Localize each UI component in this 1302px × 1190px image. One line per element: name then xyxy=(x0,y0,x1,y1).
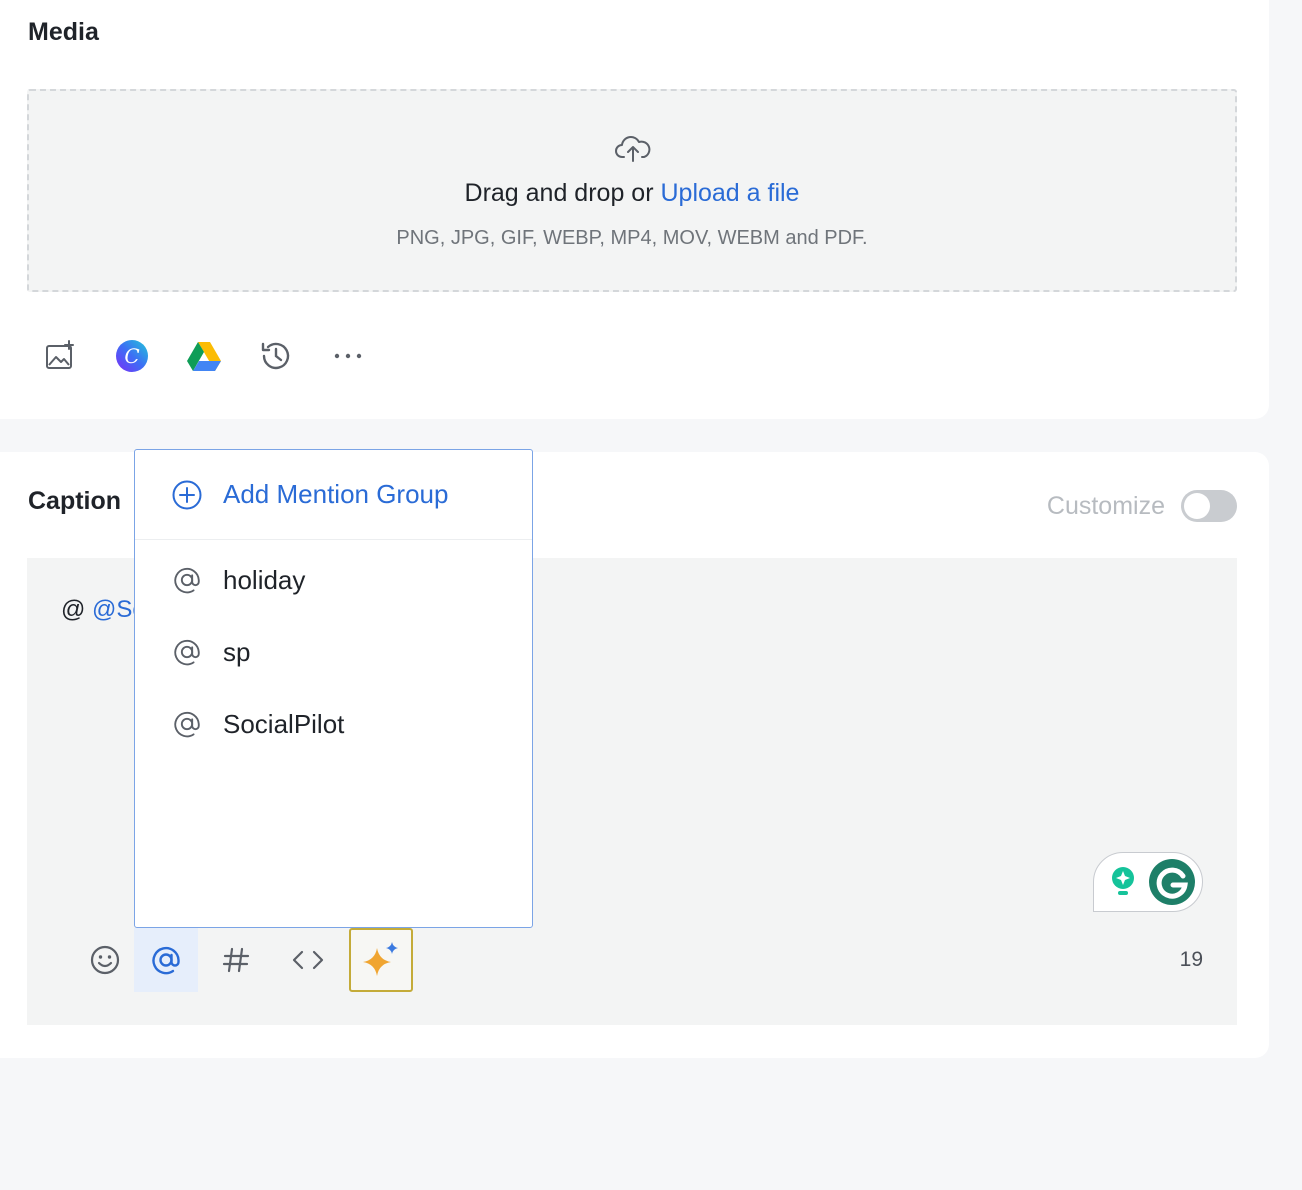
history-icon[interactable] xyxy=(256,336,296,376)
at-icon xyxy=(174,711,200,738)
hashtag-icon[interactable] xyxy=(204,928,268,992)
caption-text-prefix: @ xyxy=(61,596,86,623)
code-icon[interactable] xyxy=(276,928,340,992)
customize-toggle[interactable] xyxy=(1181,490,1237,522)
grammarly-widget[interactable] xyxy=(1093,852,1203,912)
mention-dropdown: Add Mention Group holiday sp SocialPilot xyxy=(134,449,533,928)
customize-label: Customize xyxy=(1046,491,1165,520)
add-image-icon[interactable] xyxy=(40,336,80,376)
add-mention-group-label: Add Mention Group xyxy=(223,479,449,509)
character-count: 19 xyxy=(1179,948,1203,971)
mention-icon[interactable] xyxy=(134,928,198,992)
media-dropzone[interactable]: Drag and drop or Upload a file PNG, JPG,… xyxy=(27,89,1237,292)
ai-sparkle-icon[interactable] xyxy=(349,928,413,992)
drop-prefix: Drag and drop or xyxy=(464,179,654,207)
at-icon xyxy=(174,567,200,594)
add-mention-group-button[interactable]: Add Mention Group xyxy=(135,450,532,540)
caption-text[interactable]: @ @Sc xyxy=(61,596,144,624)
at-icon xyxy=(174,639,200,666)
caption-title: Caption xyxy=(28,487,122,515)
toggle-knob xyxy=(1184,493,1210,519)
canva-icon[interactable]: C xyxy=(112,336,152,376)
mention-group-item[interactable]: SocialPilot xyxy=(135,688,532,760)
upload-file-link[interactable]: Upload a file xyxy=(660,179,799,207)
google-drive-icon[interactable] xyxy=(184,336,224,376)
mention-group-label: SocialPilot xyxy=(223,708,345,739)
mention-group-label: holiday xyxy=(223,564,306,595)
drop-instructions: Drag and drop or Upload a file xyxy=(29,179,1235,208)
media-card: Media Drag and drop or Upload a file PNG… xyxy=(0,0,1269,419)
customize-control: Customize xyxy=(1047,490,1237,522)
mention-group-label: sp xyxy=(223,636,251,667)
cloud-upload-icon xyxy=(615,136,651,162)
emoji-icon[interactable] xyxy=(73,928,137,992)
mention-group-item[interactable]: sp xyxy=(135,616,532,688)
mention-group-item[interactable]: holiday xyxy=(135,544,532,616)
supported-formats: PNG, JPG, GIF, WEBP, MP4, MOV, WEBM and … xyxy=(396,227,868,249)
more-icon[interactable] xyxy=(328,336,368,376)
media-title: Media xyxy=(28,18,99,46)
plus-circle-icon xyxy=(172,480,202,509)
svg-text:C: C xyxy=(124,344,139,368)
mention-group-list: holiday sp SocialPilot xyxy=(135,540,532,760)
